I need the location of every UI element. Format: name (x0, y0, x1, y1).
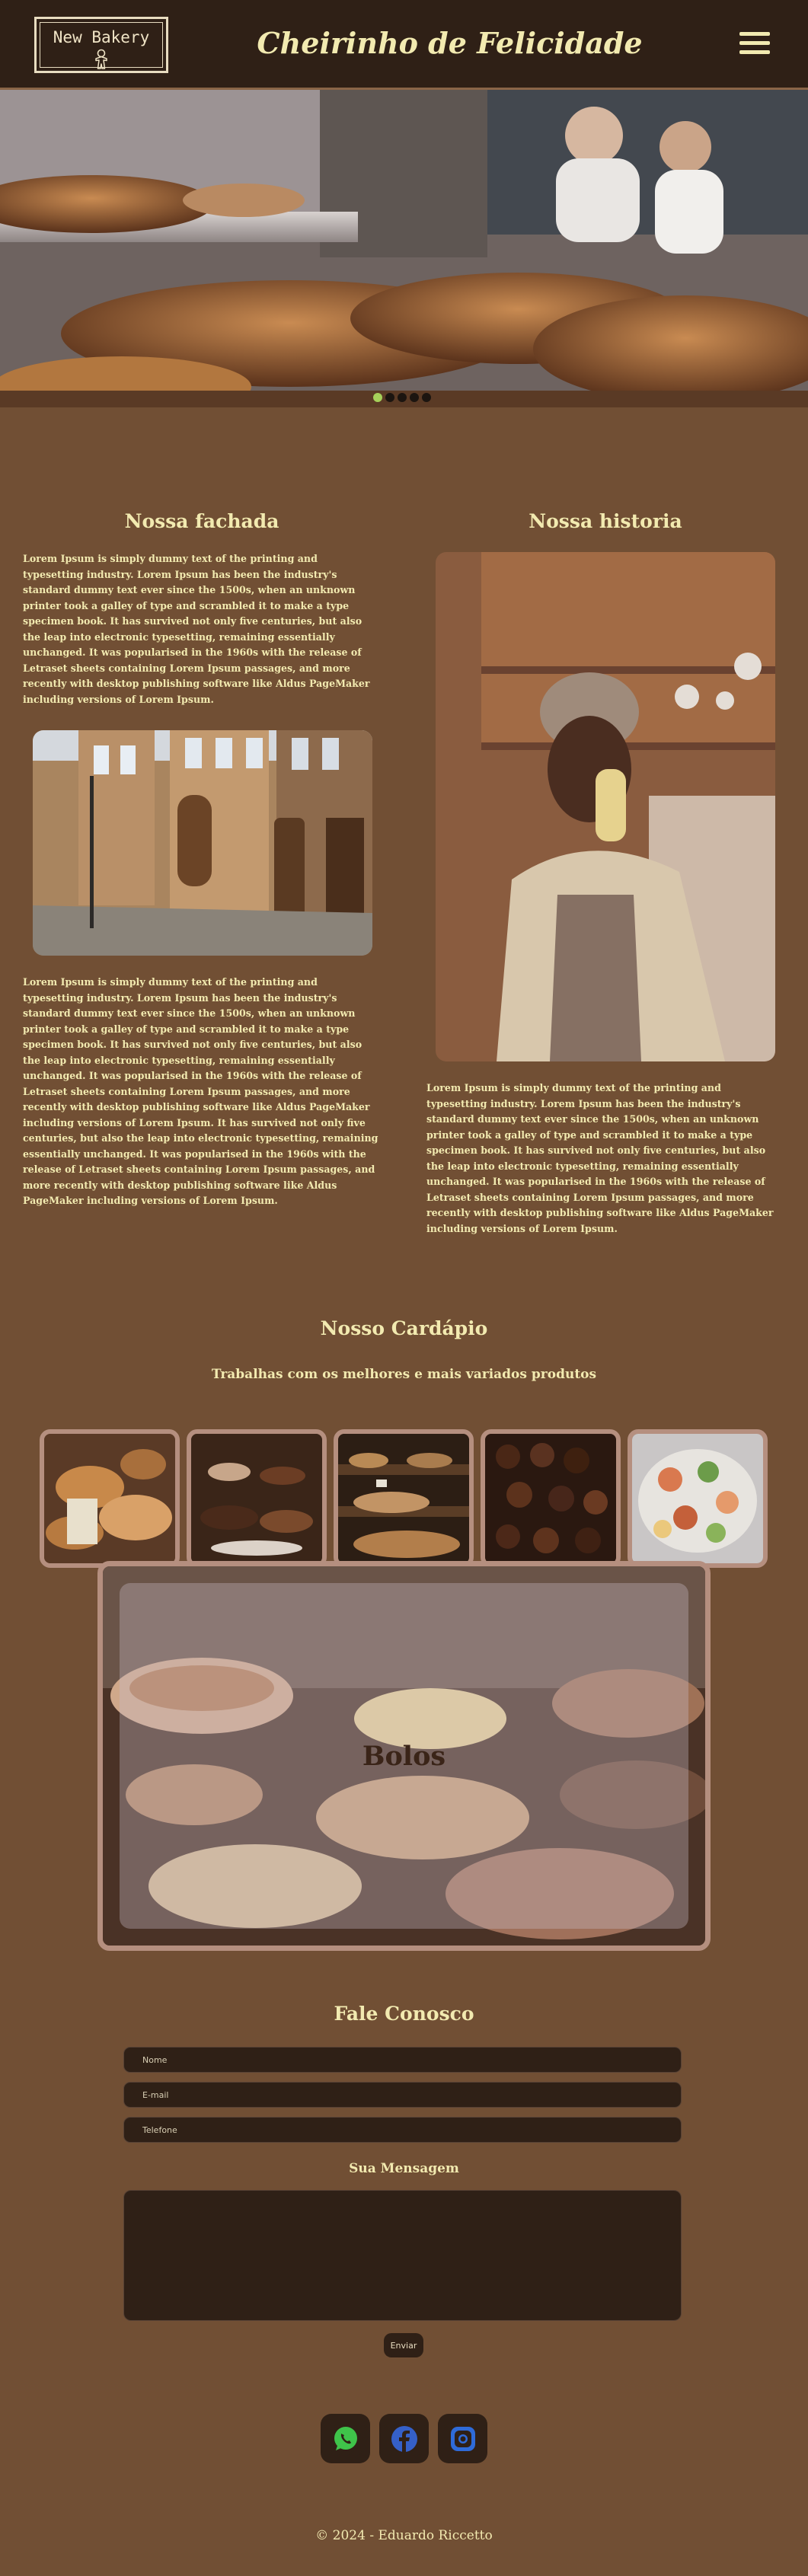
instagram-icon[interactable] (438, 2414, 487, 2463)
carousel-dot[interactable] (373, 393, 382, 402)
carousel-dot[interactable] (398, 393, 407, 402)
site-header: New Bakery Cheirinho de Felicidade (0, 0, 808, 90)
logo[interactable]: New Bakery (34, 17, 168, 73)
woman-drinking-coffee-image (436, 552, 775, 1061)
contact-heading: Fale Conosco (334, 2003, 474, 2025)
contact-section: Fale Conosco Nome E-mail Telefone Sua Me… (0, 2003, 808, 2551)
history-heading: Nossa historia (529, 510, 682, 532)
menu-subheading: Trabalhas com os melhores e mais variado… (211, 1367, 597, 1382)
menu-thumbnails (40, 1429, 768, 1568)
name-field[interactable]: Nome (123, 2047, 682, 2073)
email-field[interactable]: E-mail (123, 2082, 682, 2108)
facade-photo (33, 730, 372, 956)
gingerbread-icon (95, 49, 107, 69)
carousel-dots (373, 393, 431, 402)
carousel-dot[interactable] (385, 393, 394, 402)
hamburger-icon[interactable] (739, 32, 770, 56)
menu-item-savories[interactable] (628, 1429, 768, 1568)
bread-image (44, 1434, 175, 1563)
about-section: Nossa fachada Lorem Ipsum is simply dumm… (0, 407, 808, 1275)
featured-category-label: Bolos (362, 1740, 446, 1772)
carousel-dot[interactable] (410, 393, 419, 402)
social-links (321, 2414, 487, 2463)
message-textarea[interactable] (123, 2190, 682, 2321)
facade-heading: Nossa fachada (124, 510, 279, 532)
history-paragraph: Lorem Ipsum is simply dummy text of the … (426, 1082, 774, 1234)
menu-item-chocolates[interactable] (481, 1429, 621, 1568)
hero-carousel (0, 90, 808, 407)
pastry-display-image (338, 1434, 469, 1563)
instagram-glyph (450, 2426, 475, 2451)
logo-text: New Bakery (53, 28, 150, 46)
hero-image-bakery-counter (0, 90, 808, 407)
facade-paragraph-1: Lorem Ipsum is simply dummy text of the … (23, 553, 370, 705)
menu-bar (739, 41, 770, 45)
facade-column: Nossa fachada Lorem Ipsum is simply dumm… (23, 510, 381, 1209)
menu-item-breads[interactable] (40, 1429, 180, 1568)
featured-category-card[interactable]: Bolos (97, 1561, 711, 1951)
history-photo (436, 552, 775, 1061)
history-column: Nossa historia Lorem Ipsum is simply dum… (426, 510, 784, 1237)
send-button[interactable]: Enviar (384, 2333, 423, 2357)
facebook-glyph (391, 2425, 417, 2452)
menu-bar (739, 50, 770, 54)
menu-section: Nosso Cardápio Trabalhas com os melhores… (0, 1317, 808, 2003)
message-label: Sua Mensagem (349, 2161, 459, 2176)
facade-paragraph-2: Lorem Ipsum is simply dummy text of the … (23, 976, 378, 1206)
menu-bar (739, 32, 770, 36)
chocolates-image (485, 1434, 616, 1563)
footer-text: © 2024 - Eduardo Riccetto (315, 2528, 493, 2543)
featured-category-overlay: Bolos (120, 1583, 688, 1929)
savory-platter-image (632, 1434, 763, 1563)
menu-item-pastries[interactable] (334, 1429, 474, 1568)
carousel-dot[interactable] (422, 393, 431, 402)
menu-heading: Nosso Cardápio (320, 1317, 488, 1339)
cakes-image (191, 1434, 322, 1563)
phone-field[interactable]: Telefone (123, 2117, 682, 2143)
site-footer: © 2024 - Eduardo Riccetto (0, 2528, 808, 2543)
facebook-icon[interactable] (379, 2414, 429, 2463)
site-title: Cheirinho de Felicidade (257, 26, 643, 60)
street-facade-image (33, 730, 372, 956)
menu-item-cakes[interactable] (187, 1429, 327, 1568)
whatsapp-icon[interactable] (321, 2414, 370, 2463)
whatsapp-glyph (334, 2426, 357, 2450)
